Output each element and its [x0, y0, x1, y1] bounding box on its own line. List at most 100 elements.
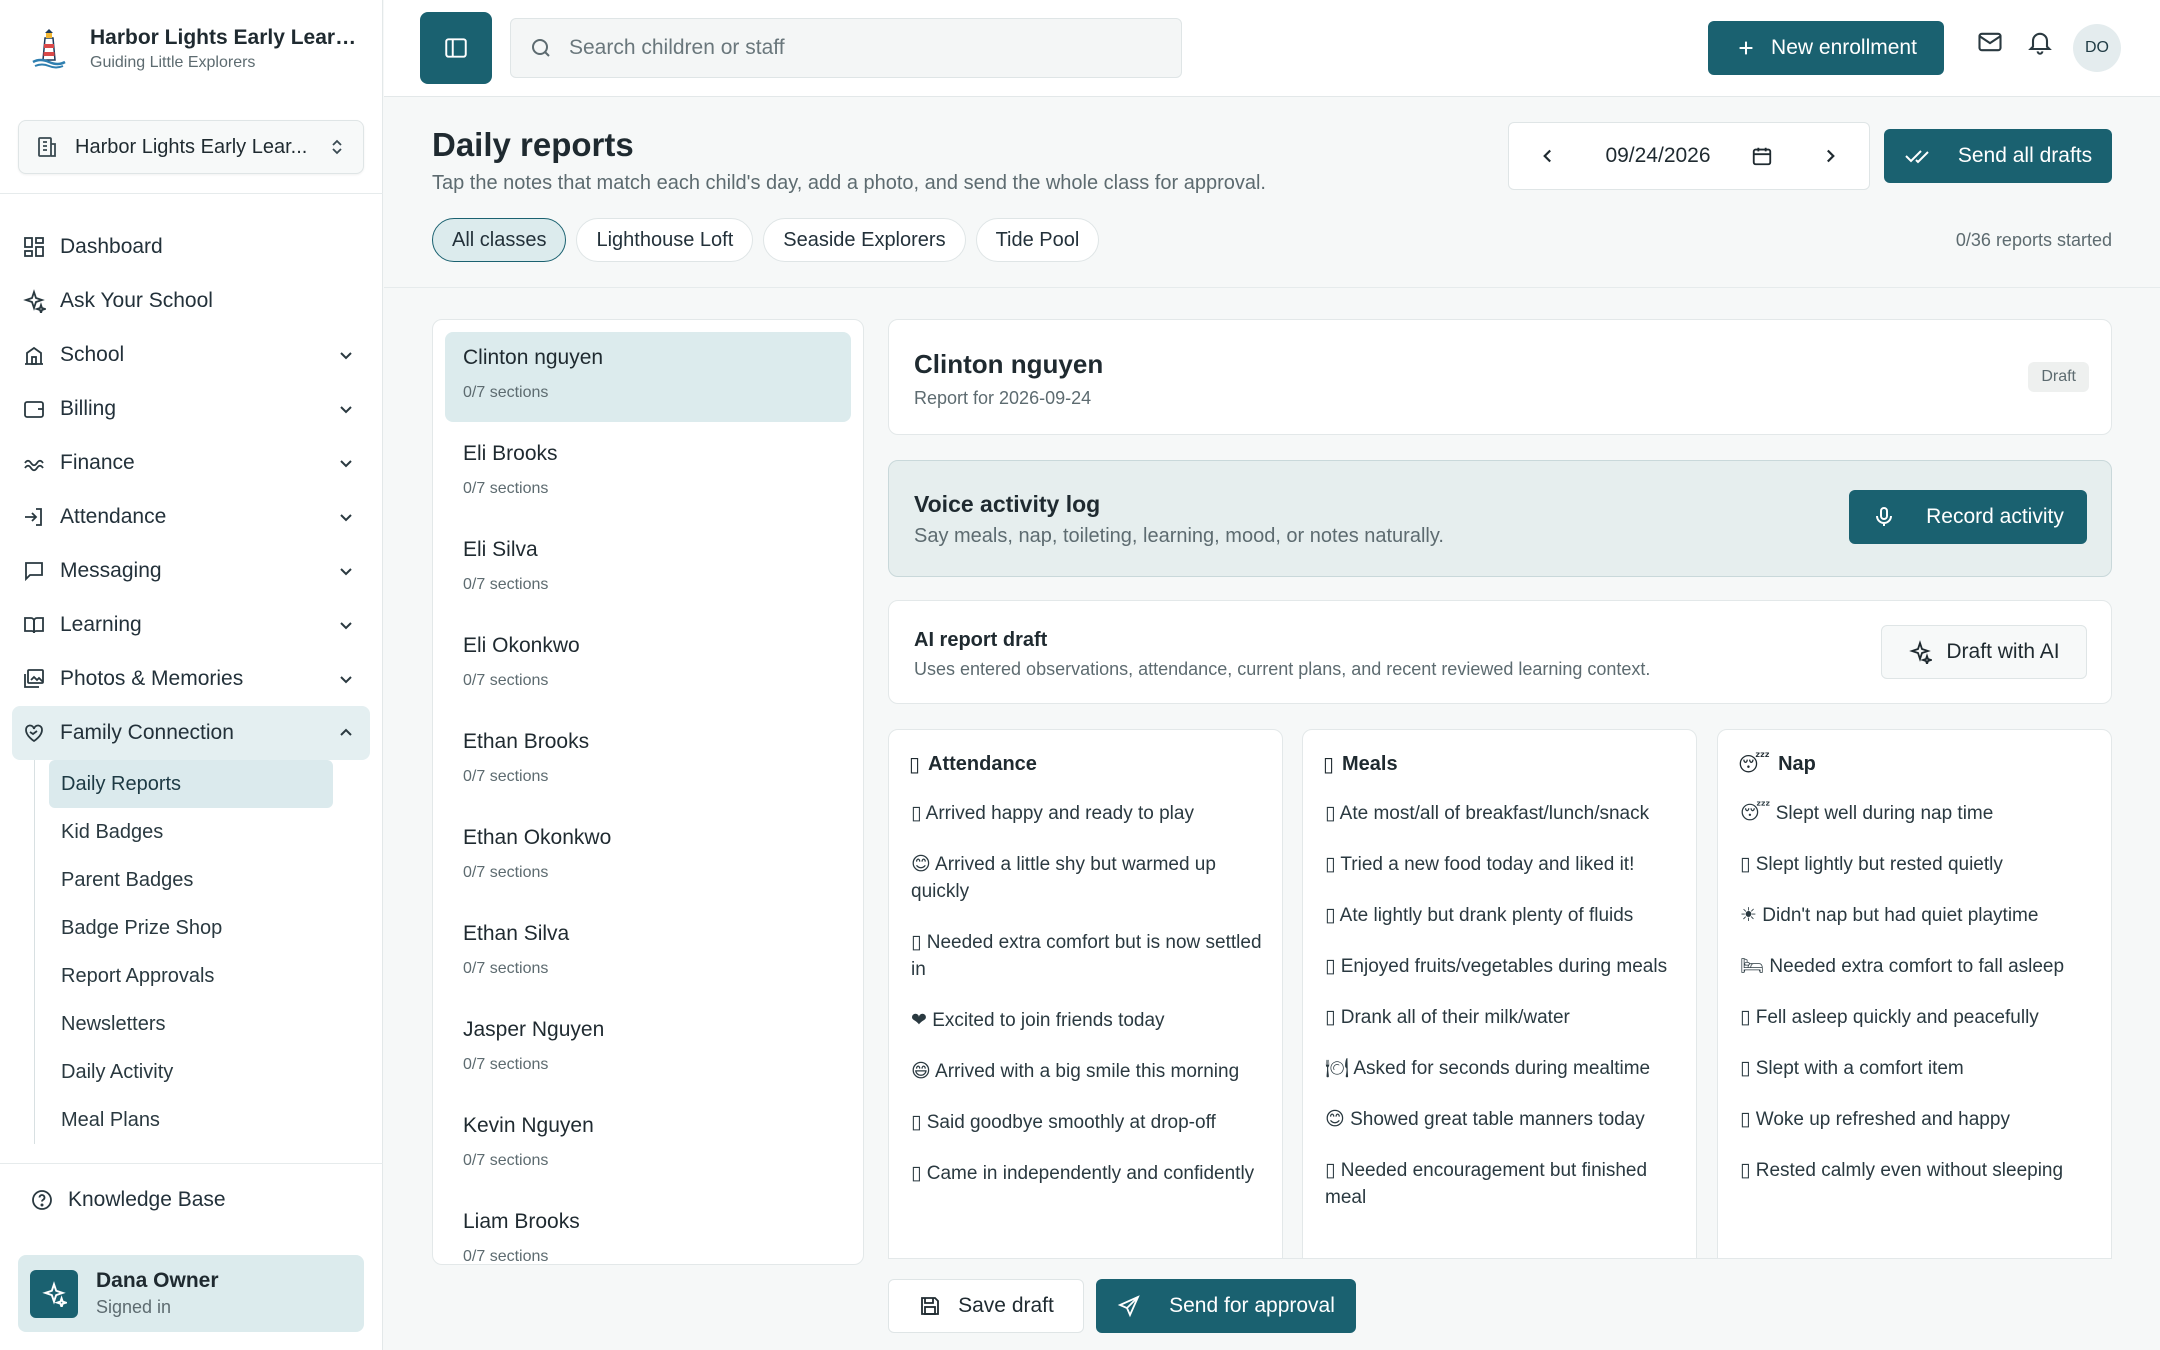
sidebar-item-school[interactable]: School — [12, 328, 370, 382]
note-option[interactable]: ▯ Said goodbye smoothly at drop-off — [911, 1109, 1264, 1136]
sidebar-item-label: Photos & Memories — [60, 667, 244, 690]
note-option[interactable]: ▯ Drank all of their milk/water — [1325, 1004, 1678, 1031]
chevron-down-icon — [340, 406, 352, 414]
voice-activity-card: Voice activity log Say meals, nap, toile… — [888, 460, 2112, 577]
bell-icon[interactable] — [2026, 28, 2054, 56]
child-name: Ethan Okonkwo — [463, 826, 612, 849]
draft-with-ai-button[interactable]: Draft with AI — [1881, 625, 2087, 679]
child-progress: 0/7 sections — [463, 384, 549, 401]
note-option[interactable]: ▯ Fell asleep quickly and peacefully — [1740, 1004, 2093, 1031]
sidebar-item-learning[interactable]: Learning — [12, 598, 370, 652]
note-option[interactable]: ❤ Excited to join friends today — [911, 1007, 1264, 1034]
date-value: 09/24/2026 — [1605, 144, 1711, 167]
list-item[interactable]: Jasper Nguyen 0/7 sections — [445, 1004, 851, 1094]
note-option[interactable]: ▯ Slept with a comfort item — [1740, 1055, 2093, 1082]
wallet-icon — [24, 401, 44, 418]
sidebar-nav: Dashboard Ask Your School School Billing… — [12, 220, 370, 1144]
list-item[interactable]: Liam Brooks 0/7 sections — [445, 1196, 851, 1264]
calendar-icon[interactable] — [1751, 145, 1773, 167]
sub-item-parent-badges[interactable]: Parent Badges — [49, 856, 333, 904]
sub-item-report-approvals[interactable]: Report Approvals — [49, 952, 333, 1000]
dashboard-icon — [24, 237, 44, 257]
school-selector[interactable]: Harbor Lights Early Lear... — [18, 120, 364, 174]
user-avatar-button[interactable]: DO — [2073, 24, 2121, 72]
note-option[interactable]: 😊 Arrived a little shy but warmed up qui… — [911, 851, 1264, 905]
save-draft-button[interactable]: Save draft — [888, 1279, 1084, 1333]
brand[interactable]: Harbor Lights Early Learn... Guiding Lit… — [28, 26, 360, 72]
list-item[interactable]: Ethan Brooks 0/7 sections — [445, 716, 851, 806]
chevron-left-icon[interactable] — [1537, 145, 1559, 167]
note-option[interactable]: ▯ Enjoyed fruits/vegetables during meals — [1325, 953, 1678, 980]
mail-icon[interactable] — [1976, 28, 2004, 56]
sidebar-item-label: Ask Your School — [60, 289, 213, 312]
search-input[interactable] — [569, 36, 1149, 60]
send-for-approval-button[interactable]: Send for approval — [1096, 1279, 1356, 1333]
images-icon — [24, 669, 44, 688]
note-option[interactable]: ▯ Tried a new food today and liked it! — [1325, 851, 1678, 878]
search-bar[interactable] — [510, 18, 1182, 78]
note-option[interactable]: ▯ Slept lightly but rested quietly — [1740, 851, 2093, 878]
note-option[interactable]: 🍽 Asked for seconds during mealtime — [1325, 1055, 1678, 1082]
send-all-drafts-button[interactable]: Send all drafts — [1884, 129, 2112, 183]
sidebar-item-messaging[interactable]: Messaging — [12, 544, 370, 598]
list-item[interactable]: Eli Brooks 0/7 sections — [445, 428, 851, 518]
note-option[interactable]: 😊 Showed great table manners today — [1325, 1106, 1678, 1133]
child-progress: 0/7 sections — [463, 672, 549, 689]
note-option[interactable]: 🛏 Needed extra comfort to fall asleep — [1740, 953, 2093, 980]
sidebar-item-attendance[interactable]: Attendance — [12, 490, 370, 544]
sidebar-item-photos-memories[interactable]: Photos & Memories — [12, 652, 370, 706]
note-option[interactable]: ▯ Ate most/all of breakfast/lunch/snack — [1325, 800, 1678, 827]
user-card[interactable]: Dana Owner Signed in — [18, 1255, 364, 1332]
section-title-label: Attendance — [928, 753, 1037, 775]
sidebar-item-family-connection[interactable]: Family Connection — [12, 706, 370, 760]
sidebar-item-label: Billing — [60, 397, 117, 420]
sub-item-daily-activity[interactable]: Daily Activity — [49, 1048, 333, 1096]
sidebar-item-label: Family Connection — [60, 721, 234, 744]
knowledge-base-link[interactable]: Knowledge Base — [30, 1188, 226, 1212]
tab-tide-pool[interactable]: Tide Pool — [975, 218, 1100, 262]
note-option[interactable]: ▯ Ate lightly but drank plenty of fluids — [1325, 902, 1678, 929]
child-progress: 0/7 sections — [463, 1152, 549, 1169]
note-option[interactable]: ▯ Woke up refreshed and happy — [1740, 1106, 2093, 1133]
sub-item-kid-badges[interactable]: Kid Badges — [49, 808, 333, 856]
tab-lighthouse-loft[interactable]: Lighthouse Loft — [576, 218, 754, 262]
list-item[interactable]: Eli Okonkwo 0/7 sections — [445, 620, 851, 710]
new-enrollment-button[interactable]: New enrollment — [1708, 21, 1944, 75]
attendance-section-card: ▯ Attendance ▯ Arrived happy and ready t… — [888, 729, 1283, 1289]
sub-item-daily-reports[interactable]: Daily Reports — [49, 760, 333, 808]
date-input[interactable]: 09/24/2026 — [1605, 144, 1772, 168]
sub-item-newsletters[interactable]: Newsletters — [49, 1000, 333, 1048]
top-bar: New enrollment DO — [384, 0, 2160, 97]
sidebar-toggle-button[interactable] — [420, 12, 492, 84]
note-option[interactable]: ▯ Rested calmly even without sleeping — [1740, 1157, 2093, 1184]
note-option[interactable]: 😴 Slept well during nap time — [1740, 800, 2093, 827]
list-item[interactable]: Clinton nguyen 0/7 sections — [445, 332, 851, 422]
tab-seaside-explorers[interactable]: Seaside Explorers — [763, 218, 966, 262]
report-date: Report for 2026-09-24 — [914, 388, 1092, 408]
sidebar-item-dashboard[interactable]: Dashboard — [12, 220, 370, 274]
sidebar-item-billing[interactable]: Billing — [12, 382, 370, 436]
microphone-icon — [1876, 507, 1893, 526]
note-option[interactable]: ▯ Needed extra comfort but is now settle… — [911, 929, 1264, 983]
sidebar-item-label: Learning — [60, 613, 142, 636]
sidebar-item-finance[interactable]: Finance — [12, 436, 370, 490]
sidebar-item-ask-your-school[interactable]: Ask Your School — [12, 274, 370, 328]
tab-all-classes[interactable]: All classes — [432, 218, 567, 262]
sub-item-meal-plans[interactable]: Meal Plans — [49, 1096, 333, 1144]
note-option[interactable]: ▯ Needed encouragement but finished meal — [1325, 1157, 1678, 1211]
chevron-down-icon — [340, 622, 352, 630]
sub-item-badge-prize-shop[interactable]: Badge Prize Shop — [49, 904, 333, 952]
list-item[interactable]: Ethan Okonkwo 0/7 sections — [445, 812, 851, 902]
list-item[interactable]: Ethan Silva 0/7 sections — [445, 908, 851, 998]
note-option[interactable]: ▯ Came in independently and confidently — [911, 1160, 1264, 1187]
note-option[interactable]: 😄 Arrived with a big smile this morning — [911, 1058, 1264, 1085]
section-title: ▯ Attendance — [909, 752, 1037, 777]
voice-log-subtitle: Say meals, nap, toileting, learning, moo… — [914, 525, 1444, 547]
list-item[interactable]: Eli Silva 0/7 sections — [445, 524, 851, 614]
note-option[interactable]: ▯ Arrived happy and ready to play — [911, 800, 1264, 827]
brand-name: Harbor Lights Early Learn... — [90, 26, 360, 49]
list-item[interactable]: Kevin Nguyen 0/7 sections — [445, 1100, 851, 1190]
record-activity-button[interactable]: Record activity — [1849, 490, 2087, 544]
note-option[interactable]: ☀ Didn't nap but had quiet playtime — [1740, 902, 2093, 929]
chevron-right-icon[interactable] — [1819, 145, 1841, 167]
